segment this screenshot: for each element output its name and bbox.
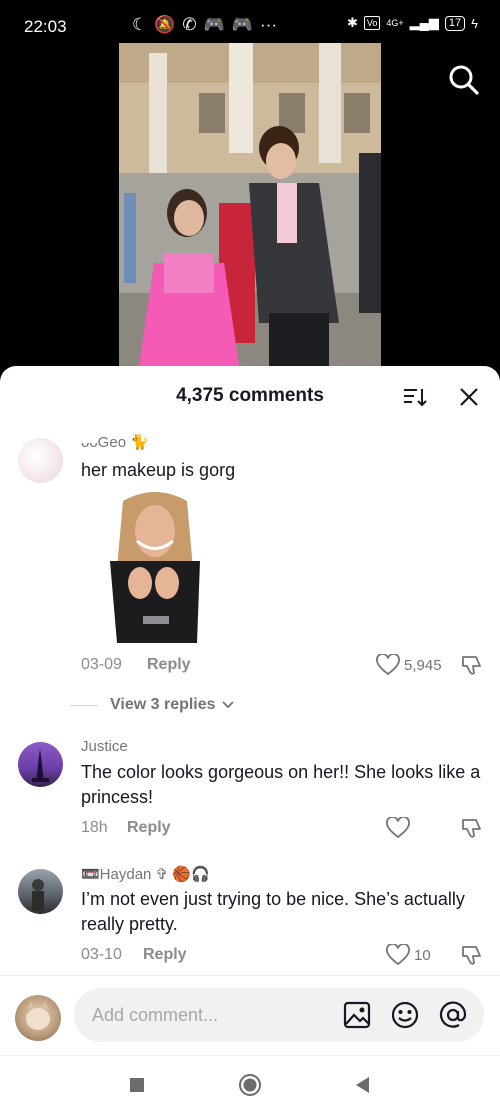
view-replies-label: View 3 replies	[110, 696, 216, 713]
back-button[interactable]	[350, 1072, 376, 1098]
reply-button[interactable]: Reply	[143, 946, 187, 964]
status-time: 22:03	[24, 17, 67, 36]
bell-off-icon: 🔕	[154, 15, 176, 34]
person-photo-image	[32, 879, 44, 911]
comment-text: her makeup is gorg	[81, 460, 236, 480]
system-nav-bar	[0, 1055, 500, 1113]
dislike-button[interactable]	[460, 653, 484, 677]
comment-username[interactable]: ᴗᴗGeo 🐈	[81, 433, 149, 451]
search-icon	[449, 65, 479, 95]
thumbs-down-icon	[462, 946, 481, 965]
close-button[interactable]	[456, 384, 482, 410]
avatar[interactable]	[18, 438, 63, 483]
battery-level: 17	[448, 16, 462, 29]
like-button[interactable]: 5,945	[376, 654, 442, 676]
moon-icon: ☾	[132, 15, 148, 34]
gamepad-icon: 🎮	[203, 15, 225, 34]
chevron-down-icon	[221, 701, 234, 709]
my-avatar[interactable]	[15, 995, 61, 1041]
dislike-button[interactable]	[460, 943, 484, 967]
gif-sticker-image	[110, 492, 200, 643]
signal-icon: ▂▄▆	[409, 15, 439, 30]
comment-username[interactable]: Justice	[81, 738, 128, 755]
like-button[interactable]	[386, 817, 414, 839]
thumbs-down-icon	[462, 819, 481, 838]
circle-icon	[239, 1074, 261, 1096]
mention-button[interactable]	[438, 1000, 468, 1030]
comment-input-bar	[0, 975, 500, 1056]
square-icon	[130, 1078, 144, 1092]
video-player[interactable]	[119, 43, 381, 366]
status-right-icons: ✱ Vo 4G+ ▂▄▆ 17 ϟ	[347, 15, 478, 31]
reply-button[interactable]: Reply	[127, 819, 171, 837]
like-count: 10	[414, 946, 431, 964]
emoji-button[interactable]	[390, 1000, 420, 1030]
comment-date: 03-10	[81, 946, 122, 963]
recents-button[interactable]	[124, 1072, 150, 1098]
network-label: 4G+	[386, 18, 404, 28]
eiffel-tower-image	[32, 748, 49, 782]
comment-date: 03-09	[81, 656, 122, 673]
heart-icon	[376, 654, 400, 676]
heart-icon	[386, 817, 410, 839]
comment-username[interactable]: 📼Haydan ✞ 🏀🎧	[81, 865, 210, 883]
view-replies-button[interactable]: View 3 replies	[70, 696, 235, 714]
home-button[interactable]	[237, 1072, 263, 1098]
battery-icon: 17	[444, 15, 466, 31]
video-frame	[119, 43, 381, 366]
charging-icon: ϟ	[471, 15, 478, 31]
gamepad-icon: 🎮	[231, 15, 254, 34]
comment-text: The color looks gorgeous on her!! She lo…	[81, 762, 481, 807]
like-button[interactable]: 10	[386, 944, 431, 966]
whatsapp-icon: ✆	[182, 15, 197, 34]
volte-icon: Vo	[363, 16, 381, 30]
cat-photo-image	[26, 1001, 50, 1030]
comment-gif-sticker[interactable]	[105, 491, 205, 643]
image-button[interactable]	[342, 1000, 372, 1030]
dislike-button[interactable]	[460, 816, 484, 840]
status-notification-icons: ☾ 🔕 ✆ 🎮 🎮 ···	[70, 15, 277, 35]
close-icon	[460, 388, 478, 406]
image-icon	[343, 1001, 371, 1029]
at-sign-icon	[439, 1001, 467, 1028]
reply-button[interactable]: Reply	[147, 656, 191, 674]
thumbs-down-icon	[462, 656, 481, 675]
bluetooth-icon: ✱	[346, 15, 358, 30]
avatar[interactable]	[18, 742, 63, 787]
more-icon: ···	[260, 15, 277, 34]
comment-date: 18h	[81, 819, 108, 836]
emoji-icon	[391, 1001, 419, 1029]
avatar[interactable]	[18, 869, 63, 914]
divider-line	[70, 704, 98, 706]
sort-button[interactable]	[402, 384, 428, 410]
like-count: 5,945	[404, 656, 442, 674]
triangle-back-icon	[356, 1077, 369, 1093]
comment-input[interactable]	[74, 988, 484, 1042]
search-button[interactable]	[446, 62, 482, 98]
heart-icon	[386, 944, 410, 966]
sort-icon	[404, 389, 427, 407]
comment-text: I’m not even just trying to be nice. She…	[81, 889, 465, 934]
